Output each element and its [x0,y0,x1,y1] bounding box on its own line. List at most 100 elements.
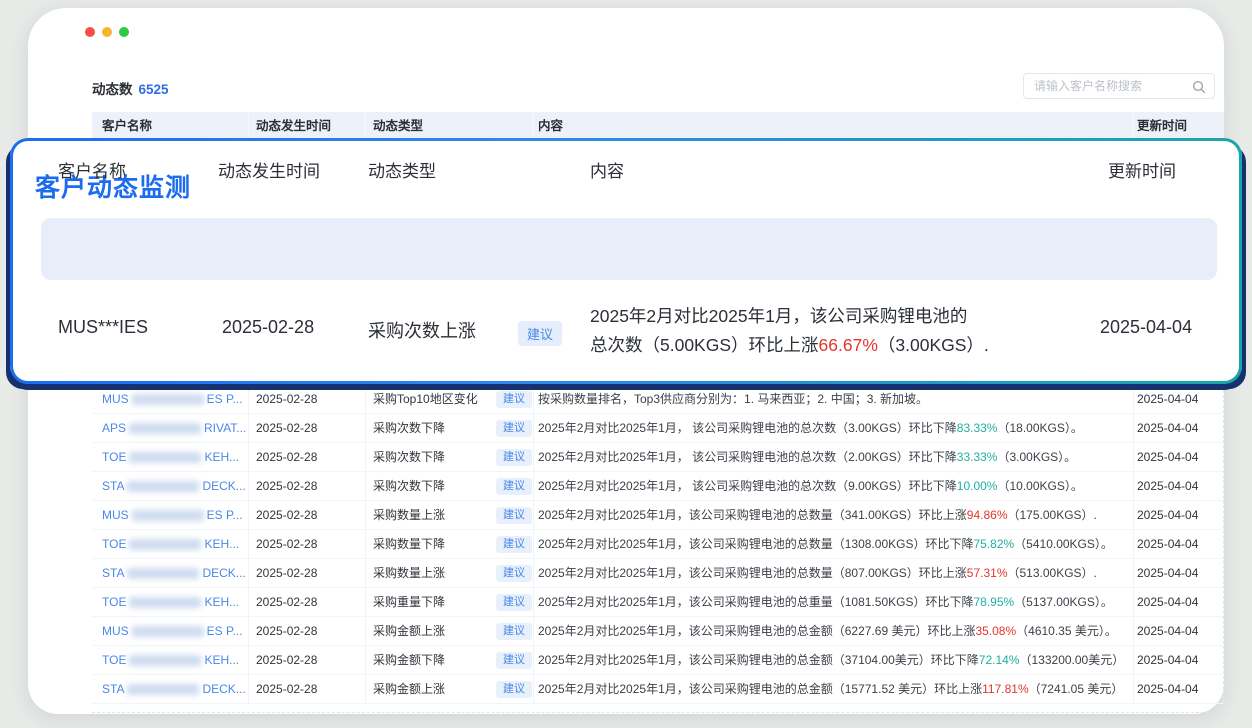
content-text-after: （3.00KGS）。 [997,450,1076,464]
content-text-after: （133200.00美元）。 [1020,653,1119,667]
content-text-after: （175.00KGS）. [1008,508,1097,522]
table-row: MUSES P... 2025-02-28 采购数量上涨 建议 2025年2月对… [92,501,1223,530]
suggestion-tag-cell: 建议 [496,449,532,466]
suggestion-tag: 建议 [496,420,532,437]
table-body: MUSES P... 2025-02-28 采购Top10地区变化 建议 按采购… [92,385,1224,704]
percent-value: 75.82% [973,537,1014,551]
customer-name-link[interactable]: MUSES P... [102,617,250,646]
customer-name-suffix: DECK... [202,682,245,696]
customer-name-link[interactable]: TOEKEH... [102,646,250,675]
table-row: STADECK... 2025-02-28 采购次数下降 建议 2025年2月对… [92,472,1223,501]
event-content: 2025年2月对比2025年1月，该公司采购锂电池的总金额（6227.69 美元… [538,617,1118,646]
event-time: 2025-02-28 [256,530,317,559]
update-time: 2025-04-04 [1137,617,1198,646]
update-time: 2025-04-04 [1137,530,1198,559]
update-time: 2025-04-04 [1137,472,1198,501]
customer-name-link[interactable]: TOE KEH... [102,443,250,472]
table-row: MUSES P... 2025-02-28 采购金额上涨 建议 2025年2月对… [92,617,1223,646]
customer-name-prefix: TOE [102,595,126,609]
callout-percent-value: 66.67% [819,335,878,355]
customer-name-link[interactable]: TOE KEH... [102,530,250,559]
table-right-border [1224,100,1225,112]
suggestion-tag-cell: 建议 [496,536,532,553]
callout-customer-name[interactable]: MUS***IES [58,317,148,338]
suggestion-tag: 建议 [496,681,532,698]
customer-name-link[interactable]: MUS ES P... [102,501,250,530]
event-type: 采购金额下降 [373,646,445,675]
customer-search-box [1023,73,1215,99]
search-icon[interactable] [1192,80,1206,94]
callout-column-customer: 客户名称 [58,141,126,203]
customer-name-suffix: KEH... [204,537,239,551]
redacted-blur [129,539,201,550]
customer-name-prefix: STA [102,566,124,580]
suggestion-tag: 建议 [496,478,532,495]
content-text-after: （513.00KGS）. [1008,566,1097,580]
suggestion-tag-cell: 建议 [496,507,532,524]
search-input[interactable] [1024,74,1214,98]
customer-name-link[interactable]: MUSES P... [102,385,250,414]
event-content: 2025年2月对比2025年1月，该公司采购锂电池的总数量（341.00KGS）… [538,501,1118,530]
zoom-window-icon[interactable] [119,27,129,37]
customer-name-suffix: ES P... [207,624,243,638]
event-content: 按采购数量排名，Top3供应商分别为：1. 马来西亚；2. 中国；3. 新加坡。 [538,385,1118,414]
customer-name-link[interactable]: STADECK... [102,559,250,588]
update-time: 2025-04-04 [1137,675,1198,704]
percent-value: 10.00% [957,479,998,493]
table-row: APSRIVAT... 2025-02-28 采购次数下降 建议 2025年2月… [92,414,1223,443]
content-text: 2025年2月对比2025年1月，该公司采购锂电池的总数量（1308.00KGS… [538,537,973,551]
close-window-icon[interactable] [85,27,95,37]
table-row: STADECK... 2025-02-28 采购金额上涨 建议 2025年2月对… [92,675,1223,704]
event-type: 采购次数下降 [373,443,445,472]
event-type: 采购次数下降 [373,414,445,443]
screenshot-stage: 动态数6525 客户名称 动态发生时间 动态类型 内容 更新时间 [0,0,1252,728]
content-text: 2025年2月对比2025年1月，该公司采购锂电池的总金额（37104.00美元… [538,653,979,667]
percent-value: 72.14% [979,653,1020,667]
customer-name-suffix: KEH... [204,595,239,609]
callout-content-line2: 总次数（5.00KGS）环比上涨 [590,335,819,355]
minimize-window-icon[interactable] [102,27,112,37]
event-content: 2025年2月对比2025年1月，该公司采购锂电池的总金额（37104.00美元… [538,646,1118,675]
redacted-blur [127,684,199,695]
content-text-after: （10.00KGS）。 [997,479,1082,493]
callout-update-time: 2025-04-04 [1100,317,1192,338]
redacted-blur [129,655,201,666]
customer-name-prefix: MUS [102,508,129,522]
event-time: 2025-02-28 [256,617,317,646]
redacted-blur [129,452,201,463]
suggestion-tag-cell: 建议 [496,681,532,698]
suggestion-tag-cell: 建议 [496,652,532,669]
column-header-event-time: 动态发生时间 [256,112,331,140]
header-divider [248,112,249,137]
redacted-blur [129,597,201,608]
callout-content-line1: 2025年2月对比2025年1月，该公司采购锂电池的 [590,306,967,326]
event-content: 2025年2月对比2025年1月，该公司采购锂电池的总重量（1081.50KGS… [538,588,1118,617]
customer-name-suffix: KEH... [204,450,239,464]
customer-name-link[interactable]: APSRIVAT... [102,414,250,443]
content-text-after: （5410.00KGS）。 [1014,537,1113,551]
customer-name-suffix: ES P... [207,508,243,522]
percent-value: 78.95% [973,595,1014,609]
callout-table-header [41,218,1217,280]
customer-name-link[interactable]: STADECK... [102,675,250,704]
customer-name-link[interactable]: STADECK... [102,472,250,501]
suggestion-tag-cell: 建议 [496,565,532,582]
update-time: 2025-04-04 [1137,588,1198,617]
update-time: 2025-04-04 [1137,414,1198,443]
redacted-blur [132,394,204,405]
percent-value: 33.33% [957,450,998,464]
event-content: 2025年2月对比2025年1月， 该公司采购锂电池的总次数（3.00KGS）环… [538,414,1118,443]
content-text: 2025年2月对比2025年1月， 该公司采购锂电池的总次数（9.00KGS）环… [538,479,957,493]
content-text: 2025年2月对比2025年1月，该公司采购锂电池的总数量（807.00KGS）… [538,566,967,580]
customer-name-link[interactable]: TOE KEH... [102,588,250,617]
table-row: TOEKEH... 2025-02-28 采购金额下降 建议 2025年2月对比… [92,646,1223,675]
event-content: 2025年2月对比2025年1月， 该公司采购锂电池的总次数（2.00KGS）环… [538,443,1118,472]
update-time: 2025-04-04 [1137,443,1198,472]
suggestion-tag: 建议 [496,594,532,611]
column-header-customer: 客户名称 [102,112,152,140]
customer-name-prefix: TOE [102,537,126,551]
customer-name-prefix: TOE [102,450,126,464]
customer-name-prefix: APS [102,421,126,435]
table-header: 客户名称 动态发生时间 动态类型 内容 更新时间 [92,112,1224,140]
event-time: 2025-02-28 [256,501,317,530]
